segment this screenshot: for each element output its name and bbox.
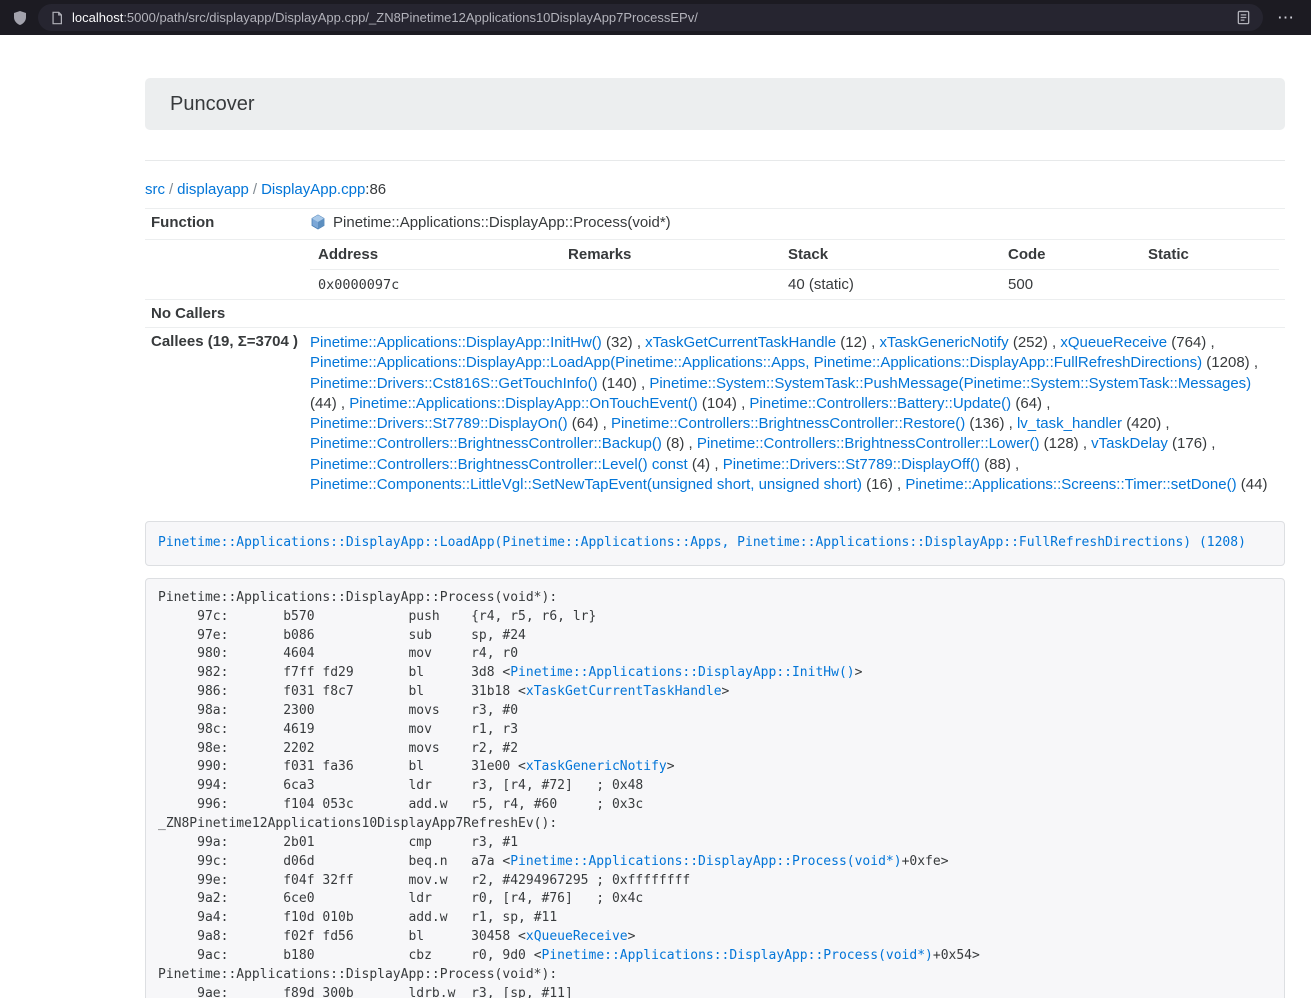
callee-link[interactable]: vTaskDelay xyxy=(1091,435,1168,452)
callees-row: Callees (19, Σ=3704 ) Pinetime::Applicat… xyxy=(145,328,1285,501)
disassembly-symbol-link[interactable]: Pinetime::Applications::DisplayApp::Init… xyxy=(510,665,854,680)
callee-link[interactable]: Pinetime::Controllers::BrightnessControl… xyxy=(611,415,965,432)
page-title: Puncover xyxy=(170,93,1260,115)
callee-link[interactable]: Pinetime::Drivers::St7789::DisplayOn() xyxy=(310,415,568,432)
function-detail-table: Function Pinetime::Applications::Display… xyxy=(145,208,1285,500)
callee-link[interactable]: Pinetime::Controllers::BrightnessControl… xyxy=(310,435,662,452)
disassembly-symbol-link[interactable]: xTaskGetCurrentTaskHandle xyxy=(526,684,722,699)
breadcrumb-line-number: :86 xyxy=(365,181,386,198)
callee-link[interactable]: Pinetime::Applications::DisplayApp::Init… xyxy=(310,334,602,351)
remarks-value xyxy=(560,270,780,300)
column-header-static: Static xyxy=(1140,240,1279,270)
column-header-code: Code xyxy=(1000,240,1140,270)
callee-link[interactable]: xQueueReceive xyxy=(1060,334,1167,351)
metrics-row: Address Remarks Stack Code Static 0x0000… xyxy=(145,240,1285,300)
callee-link[interactable]: xTaskGenericNotify xyxy=(879,334,1008,351)
selected-symbol-link[interactable]: Pinetime::Applications::DisplayApp::Load… xyxy=(158,535,1246,550)
page-container: Puncover src/displayapp/DisplayApp.cpp:8… xyxy=(145,78,1285,998)
disassembly-block: Pinetime::Applications::DisplayApp::Proc… xyxy=(145,578,1285,998)
function-name: Pinetime::Applications::DisplayApp::Proc… xyxy=(333,214,671,231)
disassembly-symbol-link[interactable]: Pinetime::Applications::DisplayApp::Proc… xyxy=(542,948,933,963)
static-value xyxy=(1140,270,1279,300)
breadcrumb-separator: / xyxy=(249,181,261,198)
url-text: localhost:5000/path/src/displayapp/Displ… xyxy=(72,10,698,25)
url-bar[interactable]: localhost:5000/path/src/displayapp/Displ… xyxy=(38,4,1263,31)
callee-link[interactable]: Pinetime::Applications::DisplayApp::Load… xyxy=(310,354,1202,371)
function-icon xyxy=(310,214,326,234)
app-header: Puncover xyxy=(145,78,1285,130)
url-path: :5000/path/src/displayapp/DisplayApp.cpp… xyxy=(123,10,698,25)
metrics-table: Address Remarks Stack Code Static 0x0000… xyxy=(310,240,1279,299)
breadcrumb-item-file[interactable]: DisplayApp.cpp xyxy=(261,181,365,198)
reader-view-icon[interactable] xyxy=(1236,10,1251,25)
function-name-cell: Pinetime::Applications::DisplayApp::Proc… xyxy=(304,209,1285,240)
browser-toolbar: localhost:5000/path/src/displayapp/Displ… xyxy=(0,0,1311,35)
disassembly-symbol-link[interactable]: xQueueReceive xyxy=(526,929,628,944)
callee-link[interactable]: lv_task_handler xyxy=(1017,415,1122,432)
breadcrumb-item-src[interactable]: src xyxy=(145,181,165,198)
url-host: localhost xyxy=(72,10,123,25)
no-callers-row: No Callers xyxy=(145,300,1285,328)
callee-link[interactable]: Pinetime::Components::LittleVgl::SetNewT… xyxy=(310,476,862,493)
column-header-remarks: Remarks xyxy=(560,240,780,270)
shield-icon[interactable] xyxy=(12,10,28,26)
callee-link[interactable]: Pinetime::Controllers::Battery::Update() xyxy=(749,395,1011,412)
function-row: Function Pinetime::Applications::Display… xyxy=(145,209,1285,240)
breadcrumb: src/displayapp/DisplayApp.cpp:86 xyxy=(145,181,1285,198)
stack-value: 40 (static) xyxy=(780,270,1000,300)
divider xyxy=(145,160,1285,161)
callee-link[interactable]: xTaskGetCurrentTaskHandle xyxy=(645,334,836,351)
column-header-stack: Stack xyxy=(780,240,1000,270)
callee-link[interactable]: Pinetime::Controllers::BrightnessControl… xyxy=(310,456,688,473)
callee-link[interactable]: Pinetime::Drivers::Cst816S::GetTouchInfo… xyxy=(310,375,598,392)
callees-cell: Pinetime::Applications::DisplayApp::Init… xyxy=(304,328,1285,501)
function-row-label: Function xyxy=(145,209,304,240)
no-callers-label: No Callers xyxy=(145,300,304,328)
page-info-icon[interactable] xyxy=(50,11,64,25)
more-menu-icon[interactable]: ⋯ xyxy=(1273,9,1299,26)
address-value: 0x0000097c xyxy=(310,270,560,300)
metrics-values-row: 0x0000097c 40 (static) 500 xyxy=(310,270,1279,300)
callee-link[interactable]: Pinetime::Applications::DisplayApp::OnTo… xyxy=(349,395,698,412)
column-header-address: Address xyxy=(310,240,560,270)
disassembly-symbol-link[interactable]: Pinetime::Applications::DisplayApp::Proc… xyxy=(510,854,901,869)
callee-link[interactable]: Pinetime::System::SystemTask::PushMessag… xyxy=(649,375,1251,392)
code-size-value: 500 xyxy=(1000,270,1140,300)
breadcrumb-separator: / xyxy=(165,181,177,198)
callee-link[interactable]: Pinetime::Applications::Screens::Timer::… xyxy=(905,476,1236,493)
selected-symbol-card: Pinetime::Applications::DisplayApp::Load… xyxy=(145,521,1285,566)
disassembly-symbol-link[interactable]: xTaskGenericNotify xyxy=(526,759,667,774)
breadcrumb-item-displayapp[interactable]: displayapp xyxy=(177,181,249,198)
callee-link[interactable]: Pinetime::Controllers::BrightnessControl… xyxy=(697,435,1040,452)
callee-link[interactable]: Pinetime::Drivers::St7789::DisplayOff() xyxy=(723,456,980,473)
callees-label: Callees (19, Σ=3704 ) xyxy=(145,328,304,501)
